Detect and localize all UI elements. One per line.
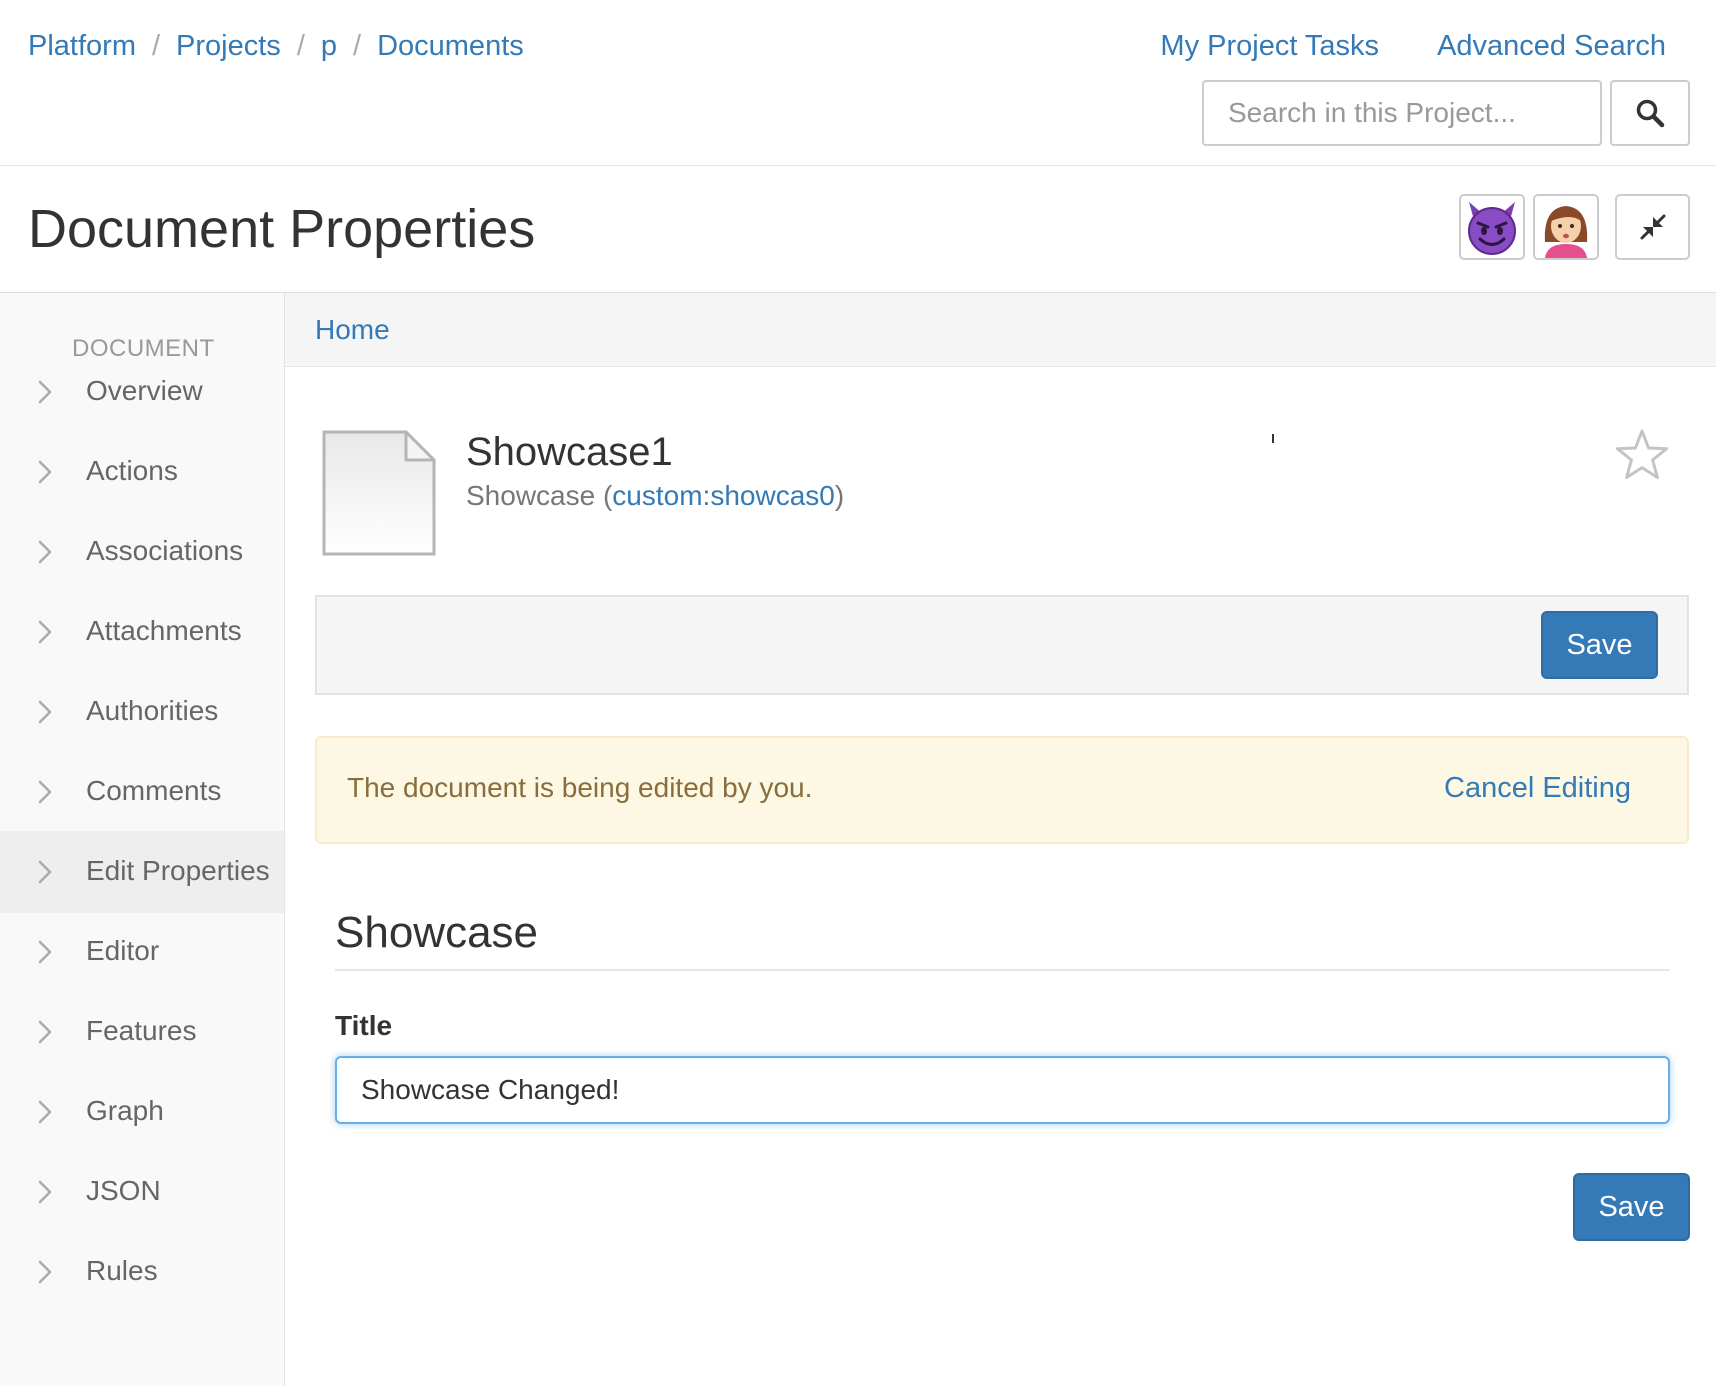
chevron-right-icon [38,860,52,884]
sidebar-item-label: Editor [86,935,160,966]
sidebar-item-edit-properties[interactable]: Edit Properties [0,831,284,913]
top-links: My Project Tasks Advanced Search [1160,28,1666,64]
sidebar-item-label: Authorities [86,695,219,726]
stray-mark [1272,434,1274,443]
document-title: Showcase1 [466,430,673,474]
breadcrumb-documents-link[interactable]: Documents [377,30,524,62]
sidebar-item-label: Edit Properties [86,855,270,886]
breadcrumb-project-link[interactable]: p [321,30,337,62]
sidebar-item-actions[interactable]: Actions [0,431,284,513]
chevron-right-icon [38,700,52,724]
chevron-right-icon [38,1260,52,1284]
chevron-right-icon [38,1180,52,1204]
action-toolbar [315,595,1689,695]
sidebar-item-rules[interactable]: Rules [0,1231,284,1313]
chevron-right-icon [38,1100,52,1124]
sidebar-item-overview[interactable]: Overview [0,351,284,433]
sidebar: DOCUMENT Overview Actions Associations Atta… [0,293,285,1386]
document-type-close-paren: ) [834,480,845,511]
sidebar-item-associations[interactable]: Associations [0,511,284,593]
smiling-devil-avatar[interactable] [1459,194,1525,260]
sidebar-item-label: Actions [86,455,178,486]
chevron-right-icon [38,620,52,644]
compress-icon [1640,214,1665,240]
document-file-icon [322,430,436,556]
sidebar-item-label: Attachments [86,615,242,646]
title-field-label: Title [335,1010,393,1041]
advanced-search-link[interactable]: Advanced Search [1437,30,1666,62]
document-type-link[interactable]: custom:showcas0 [612,480,835,511]
sidebar-item-attachments[interactable]: Attachments [0,591,284,673]
page-header: Document Properties [0,166,1716,293]
document-type-label: Showcase [466,480,596,511]
breadcrumb-separator: / [353,30,362,62]
page-title: Document Properties [28,199,536,259]
sidebar-item-label: Associations [86,535,244,566]
sidebar-item-json[interactable]: JSON [0,1151,284,1233]
chevron-right-icon [38,940,52,964]
sidebar-item-comments[interactable]: Comments [0,751,284,833]
breadcrumb-projects-link[interactable]: Projects [176,30,281,62]
breadcrumb-separator: / [296,30,305,62]
sidebar-item-label: Graph [86,1095,164,1126]
sidebar-item-graph[interactable]: Graph [0,1071,284,1153]
title-input[interactable] [335,1056,1670,1124]
top-navbar: Platform / Projects / p / Documents My Project… [0,0,1716,166]
chevron-right-icon [38,380,52,404]
save-button-toolbar[interactable]: Save [1541,611,1658,679]
search-input[interactable] [1202,80,1602,146]
content-breadcrumb: Home [285,293,1716,367]
sidebar-item-label: JSON [86,1175,161,1206]
cancel-editing-link[interactable]: Cancel Editing [1444,770,1631,806]
woman-icon [1544,206,1588,258]
sidebar-item-label: Overview [86,375,203,406]
star-outline-icon[interactable] [1614,428,1670,482]
search-icon [1636,99,1665,128]
chevron-right-icon [38,540,52,564]
sidebar-item-label: Comments [86,775,222,806]
smiling-devil-icon [1468,202,1516,255]
alert-message: The document is being edited by you. [347,772,813,803]
chevron-right-icon [38,460,52,484]
editing-alert: The document is being edited by you. Can… [315,736,1689,844]
form-section-title: Showcase [335,905,1670,971]
document-type: Showcase (custom:showcas0) [466,478,844,514]
sidebar-item-label: Features [86,1015,197,1046]
home-link[interactable]: Home [315,312,390,348]
chevron-right-icon [38,780,52,804]
save-button-form[interactable]: Save [1573,1173,1690,1241]
sidebar-item-label: Rules [86,1255,158,1286]
sidebar-item-authorities[interactable]: Authorities [0,671,284,753]
sidebar-item-features[interactable]: Features [0,991,284,1073]
breadcrumb-separator: / [151,30,161,62]
breadcrumb: Platform / Projects / p / Documents [28,28,524,64]
sidebar-item-editor[interactable]: Editor [0,911,284,993]
chevron-right-icon [38,1020,52,1044]
collapse-button[interactable] [1615,194,1690,260]
woman-avatar[interactable] [1533,194,1599,260]
breadcrumb-platform-link[interactable]: Platform [28,30,136,62]
document-type-open-paren: ( [595,480,613,511]
search-button[interactable] [1610,80,1690,146]
my-project-tasks-link[interactable]: My Project Tasks [1160,30,1379,62]
